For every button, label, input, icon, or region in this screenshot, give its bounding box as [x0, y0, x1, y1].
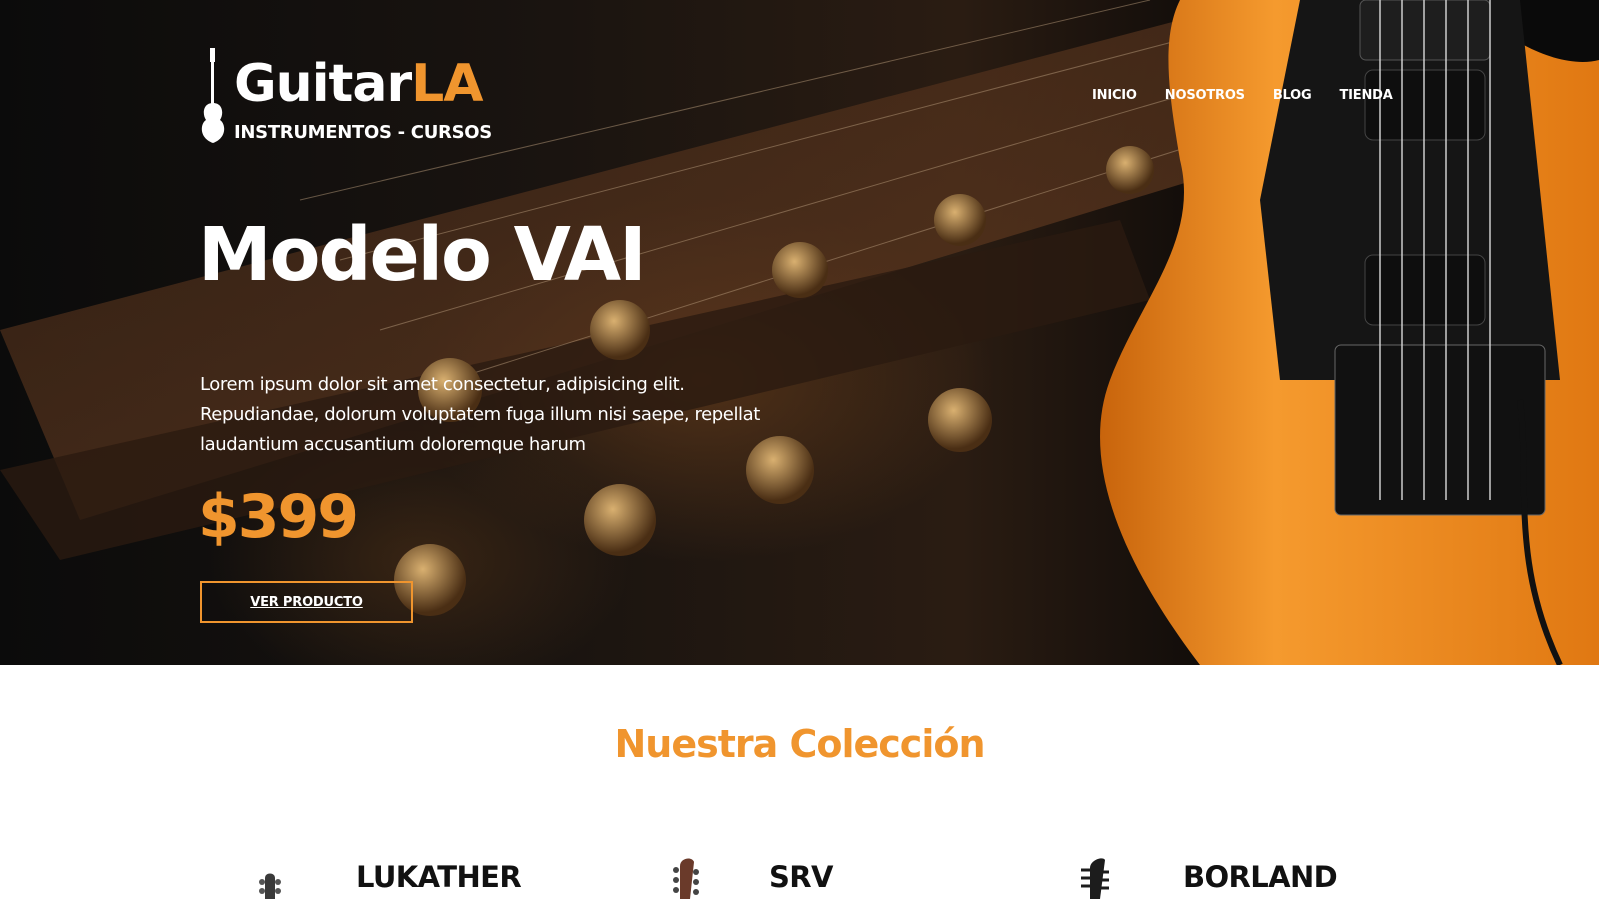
view-product-button[interactable]: VER PRODUCTO	[200, 581, 413, 623]
guitar-headstock-icon	[673, 858, 699, 899]
collection-heading: Nuestra Colección	[614, 722, 985, 766]
guitar-headstock-icon	[1081, 858, 1109, 899]
logo-tagline: INSTRUMENTOS - CURSOS	[234, 122, 492, 143]
nav-inicio[interactable]: INICIO	[1092, 88, 1137, 103]
nav-tienda[interactable]: TIENDA	[1340, 88, 1393, 103]
guitar-headstock-icon	[259, 873, 281, 899]
product-name[interactable]: BORLAND	[1183, 860, 1338, 894]
site-logo[interactable]: GuitarLA INSTRUMENTOS - CURSOS	[198, 48, 508, 148]
logo-word-guitar: Guitar	[234, 54, 412, 114]
hero-price: $399	[198, 482, 359, 552]
hero-description: Lorem ipsum dolor sit amet consectetur, …	[200, 374, 760, 455]
product-list: LUKATHER SRV BORLAND	[0, 850, 1599, 899]
logo-word-la: LA	[411, 54, 483, 114]
product-card-srv[interactable]: SRV	[665, 850, 965, 899]
logo-wordmark: GuitarLA	[234, 58, 484, 110]
main-nav: INICIO NOSOTROS BLOG TIENDA	[1092, 88, 1393, 103]
hero-title: Modelo VAI	[198, 212, 647, 298]
product-name[interactable]: SRV	[769, 860, 833, 894]
hero-section: GuitarLA INSTRUMENTOS - CURSOS INICIO NO…	[0, 0, 1599, 665]
product-name[interactable]: LUKATHER	[356, 860, 522, 894]
nav-blog[interactable]: BLOG	[1273, 88, 1312, 103]
nav-nosotros[interactable]: NOSOTROS	[1165, 88, 1245, 103]
product-card-borland[interactable]: BORLAND	[1075, 850, 1375, 899]
product-card-lukather[interactable]: LUKATHER	[255, 850, 555, 899]
guitar-logo-icon	[201, 48, 225, 143]
